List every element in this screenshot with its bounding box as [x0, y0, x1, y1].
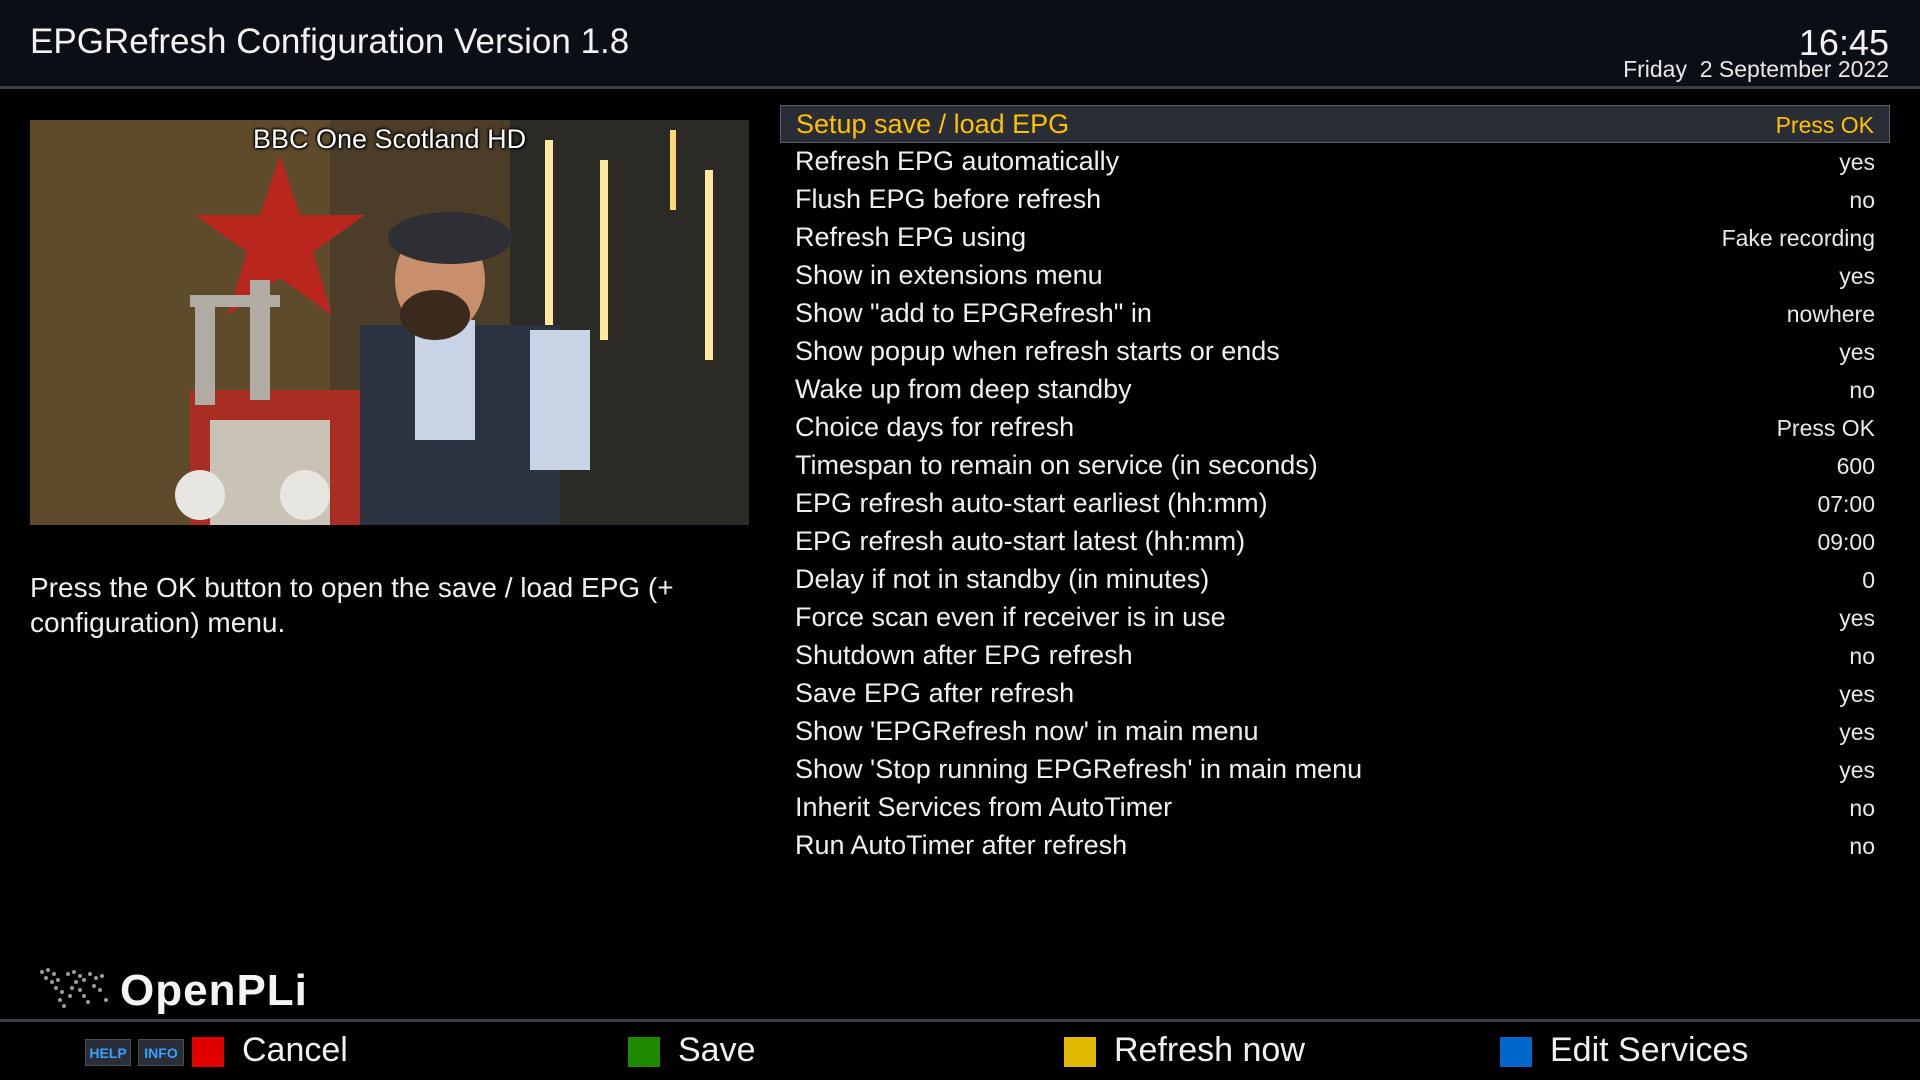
channel-name: BBC One Scotland HD — [252, 124, 527, 154]
cancel-button[interactable]: Cancel — [242, 1031, 348, 1070]
config-label: EPG refresh auto-start latest (hh:mm) — [795, 526, 1246, 556]
config-row-force-scan[interactable]: Force scan even if receiver is in use ye… — [780, 599, 1890, 637]
config-value: Fake recording — [1721, 225, 1875, 251]
config-label: Show in extensions menu — [795, 260, 1103, 290]
config-value: no — [1849, 833, 1875, 859]
red-key-icon — [192, 1037, 224, 1067]
config-value: Press OK — [1776, 415, 1875, 441]
config-value: no — [1849, 643, 1875, 669]
config-label: Inherit Services from AutoTimer — [795, 792, 1173, 822]
blue-key-icon — [1500, 1037, 1532, 1067]
help-description: Press the OK button to open the save / l… — [30, 572, 674, 638]
config-label: Refresh EPG automatically — [795, 146, 1120, 176]
openpli-logo-text: OpenPLi — [120, 966, 308, 1015]
config-value: 600 — [1836, 453, 1875, 479]
config-value: yes — [1839, 757, 1875, 783]
date: Friday 2 September 2022 — [1623, 56, 1889, 82]
config-row-show-epgrefresh-now[interactable]: Show 'EPGRefresh now' in main menu yes — [780, 713, 1890, 751]
config-row-refresh-epg-automatically[interactable]: Refresh EPG automatically yes — [780, 143, 1890, 181]
config-row-run-autotimer[interactable]: Run AutoTimer after refresh no — [780, 827, 1890, 865]
refresh-now-button[interactable]: Refresh now — [1114, 1031, 1305, 1070]
config-label: Setup save / load EPG — [796, 109, 1070, 139]
green-key-icon — [628, 1037, 660, 1067]
config-value: no — [1849, 377, 1875, 403]
config-row-save-epg-after[interactable]: Save EPG after refresh yes — [780, 675, 1890, 713]
config-row-flush-epg[interactable]: Flush EPG before refresh no — [780, 181, 1890, 219]
config-value: yes — [1839, 339, 1875, 365]
config-label: Show popup when refresh starts or ends — [795, 336, 1280, 366]
tv-preview: BBC One Scotland HD — [30, 120, 749, 525]
config-row-refresh-epg-using[interactable]: Refresh EPG using Fake recording — [780, 219, 1890, 257]
config-row-timespan[interactable]: Timespan to remain on service (in second… — [780, 447, 1890, 485]
config-row-autostart-latest[interactable]: EPG refresh auto-start latest (hh:mm) 09… — [780, 523, 1890, 561]
config-row-delay-not-standby[interactable]: Delay if not in standby (in minutes) 0 — [780, 561, 1890, 599]
config-label: Show 'Stop running EPGRefresh' in main m… — [795, 754, 1363, 784]
config-label: Wake up from deep standby — [795, 374, 1132, 404]
config-label: Timespan to remain on service (in second… — [795, 450, 1318, 480]
config-label: Force scan even if receiver is in use — [795, 602, 1226, 632]
config-label: Delay if not in standby (in minutes) — [795, 564, 1210, 594]
config-label: Refresh EPG using — [795, 222, 1027, 252]
config-row-show-in-extensions[interactable]: Show in extensions menu yes — [780, 257, 1890, 295]
config-label: Run AutoTimer after refresh — [795, 830, 1128, 860]
config-row-autostart-earliest[interactable]: EPG refresh auto-start earliest (hh:mm) … — [780, 485, 1890, 523]
config-value: 07:00 — [1817, 491, 1875, 517]
config-value: no — [1849, 795, 1875, 821]
help-key[interactable]: HELP — [85, 1039, 131, 1066]
config-row-show-popup[interactable]: Show popup when refresh starts or ends y… — [780, 333, 1890, 371]
openpli-logo: OpenPLi — [34, 962, 334, 1022]
edit-services-button[interactable]: Edit Services — [1550, 1031, 1748, 1070]
config-label: EPG refresh auto-start earliest (hh:mm) — [795, 488, 1268, 518]
config-label: Flush EPG before refresh — [795, 184, 1102, 214]
config-value: 0 — [1862, 567, 1875, 593]
config-list[interactable]: Setup save / load EPG Press OK Refresh E… — [780, 105, 1890, 865]
config-label: Show "add to EPGRefresh" in — [795, 298, 1152, 328]
config-row-choice-days[interactable]: Choice days for refresh Press OK — [780, 409, 1890, 447]
config-label: Shutdown after EPG refresh — [795, 640, 1133, 670]
config-value: yes — [1839, 263, 1875, 289]
header-bar: EPGRefresh Configuration Version 1.8 16:… — [0, 0, 1920, 89]
config-row-wake-up-deep-standby[interactable]: Wake up from deep standby no — [780, 371, 1890, 409]
config-value: yes — [1839, 719, 1875, 745]
footer-bar: HELP INFO Cancel Save Refresh now Edit S… — [0, 1019, 1920, 1080]
info-key[interactable]: INFO — [138, 1039, 184, 1066]
config-value: yes — [1839, 605, 1875, 631]
save-button[interactable]: Save — [678, 1031, 756, 1070]
config-value: yes — [1839, 681, 1875, 707]
config-value: 09:00 — [1817, 529, 1875, 555]
config-row-inherit-services[interactable]: Inherit Services from AutoTimer no — [780, 789, 1890, 827]
config-row-shutdown-after[interactable]: Shutdown after EPG refresh no — [780, 637, 1890, 675]
config-row-show-stop-running[interactable]: Show 'Stop running EPGRefresh' in main m… — [780, 751, 1890, 789]
screen: EPGRefresh Configuration Version 1.8 16:… — [0, 0, 1920, 1080]
config-value: yes — [1839, 149, 1875, 175]
config-label: Choice days for refresh — [795, 412, 1075, 442]
config-value: nowhere — [1786, 301, 1875, 327]
config-row-show-add-to-epgrefresh[interactable]: Show "add to EPGRefresh" in nowhere — [780, 295, 1890, 333]
tv-picture — [30, 120, 749, 525]
config-value: Press OK — [1775, 112, 1874, 138]
yellow-key-icon — [1064, 1037, 1096, 1067]
config-row-setup-save-load-epg[interactable]: Setup save / load EPG Press OK — [780, 105, 1890, 143]
config-value: no — [1849, 187, 1875, 213]
world-map-icon — [40, 968, 108, 1008]
config-label: Show 'EPGRefresh now' in main menu — [795, 716, 1259, 746]
window-title: EPGRefresh Configuration Version 1.8 — [30, 22, 630, 61]
config-label: Save EPG after refresh — [795, 678, 1075, 708]
